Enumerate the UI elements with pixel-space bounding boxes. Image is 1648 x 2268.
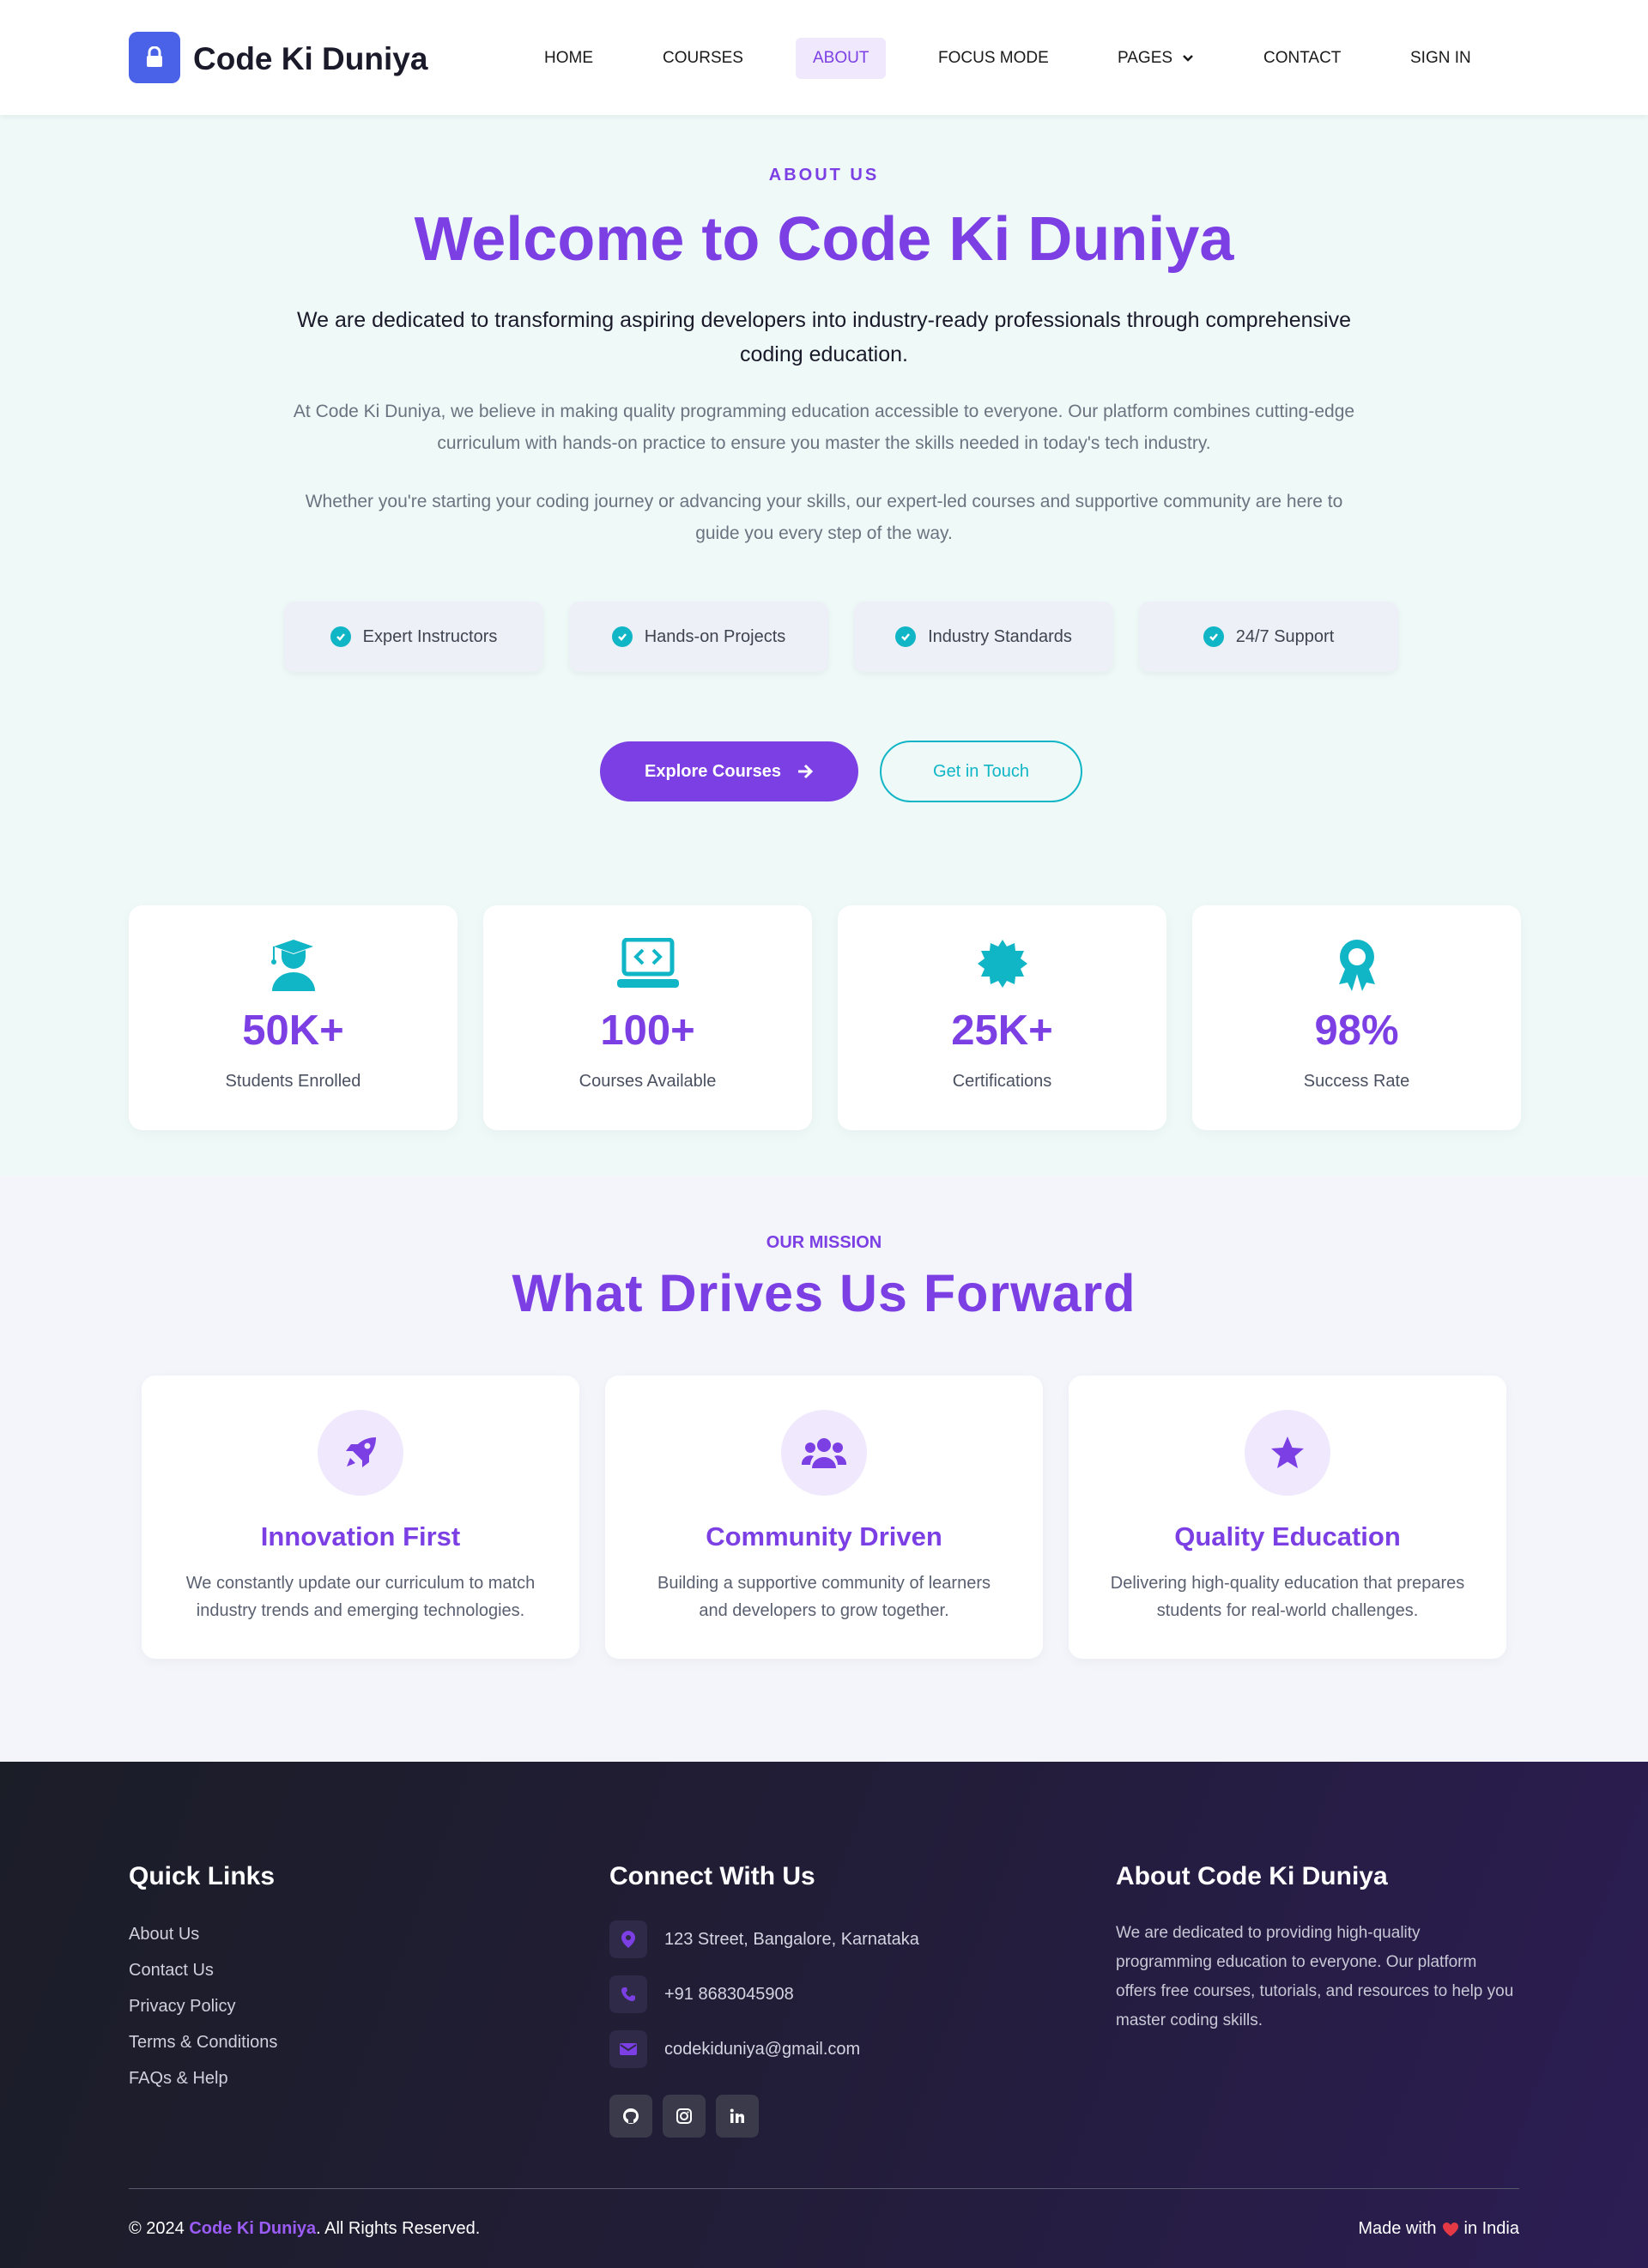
- logo-badge[interactable]: [129, 32, 180, 83]
- graduate-icon: [270, 940, 315, 991]
- instagram-icon: [676, 2108, 692, 2124]
- footer-link-terms[interactable]: Terms & Conditions: [129, 2033, 277, 2053]
- about-heading: About Code Ki Duniya: [1116, 1862, 1388, 1890]
- check-circle-icon: [330, 626, 351, 647]
- github-icon: [623, 2108, 639, 2124]
- explore-courses-button[interactable]: Explore Courses: [600, 741, 858, 801]
- top-navbar: Code Ki Duniya HOME COURSES ABOUT FOCUS …: [0, 0, 1648, 115]
- stat-label: Certifications: [952, 1072, 1052, 1091]
- stat-value: 98%: [1314, 1007, 1399, 1054]
- hero-paragraph: At Code Ki Duniya, we believe in making …: [293, 402, 1355, 453]
- envelope-icon: [620, 2043, 637, 2055]
- feature-chip-industry-standards: Industry Standards: [854, 602, 1113, 672]
- contact-address-text: 123 Street, Bangalore, Karnataka: [664, 1929, 919, 1949]
- mission-card-text: Building a supportive community of learn…: [657, 1574, 991, 1620]
- map-pin-icon: [621, 1931, 635, 1948]
- award-icon: [1338, 940, 1375, 991]
- about-eyebrow: ABOUT US: [768, 166, 880, 184]
- made-in-india: Made with in India: [1358, 2219, 1519, 2239]
- stat-card-courses: 100+ Courses Available: [483, 905, 812, 1130]
- stat-card-students: 50K+ Students Enrolled: [129, 905, 457, 1130]
- explore-courses-label: Explore Courses: [645, 761, 781, 781]
- stat-card-certifications: 25K+ Certifications: [838, 905, 1166, 1130]
- footer-link-about-us[interactable]: About Us: [129, 1925, 199, 1944]
- star-icon: [1271, 1436, 1304, 1468]
- chevron-down-icon: [1183, 55, 1194, 62]
- nav-link-about[interactable]: ABOUT: [796, 38, 887, 79]
- nav-dropdown-pages[interactable]: PAGES: [1100, 38, 1211, 79]
- nav-link-focus-mode[interactable]: FOCUS MODE: [921, 38, 1066, 79]
- contact-phone-text: +91 8683045908: [664, 1984, 794, 2004]
- feature-label: Hands-on Projects: [644, 626, 786, 646]
- mission-eyebrow: OUR MISSION: [766, 1233, 882, 1252]
- feature-label: Industry Standards: [928, 626, 1072, 646]
- lock-icon: [147, 46, 162, 67]
- connect-heading: Connect With Us: [609, 1862, 815, 1890]
- linkedin-link[interactable]: [716, 2095, 759, 2138]
- mission-card-community: Community Driven Building a supportive c…: [605, 1376, 1043, 1659]
- linkedin-icon: [730, 2108, 744, 2123]
- mission-title: What Drives Us Forward: [512, 1264, 1136, 1322]
- github-link[interactable]: [609, 2095, 652, 2138]
- copyright-brand[interactable]: Code Ki Duniya: [189, 2219, 316, 2238]
- stat-label: Courses Available: [579, 1072, 717, 1091]
- stat-value: 50K+: [242, 1007, 344, 1054]
- stat-card-success-rate: 98% Success Rate: [1192, 905, 1521, 1130]
- laptop-code-icon: [616, 938, 679, 988]
- contact-address: 123 Street, Bangalore, Karnataka: [609, 1920, 919, 1958]
- quick-links-heading: Quick Links: [129, 1862, 276, 1890]
- hero-paragraph: Whether you're starting your coding jour…: [305, 492, 1343, 543]
- users-icon: [802, 1438, 846, 1468]
- footer-link-faqs[interactable]: FAQs & Help: [129, 2069, 228, 2089]
- phone-icon: [621, 1987, 635, 2001]
- feature-chip-support: 24/7 Support: [1139, 602, 1398, 672]
- feature-label: Expert Instructors: [362, 626, 498, 646]
- feature-chip-expert-instructors: Expert Instructors: [284, 602, 543, 672]
- mission-card-title: Community Driven: [706, 1521, 942, 1551]
- contact-email[interactable]: codekiduniya@gmail.com: [609, 2030, 860, 2068]
- heart-icon: [1442, 2222, 1458, 2236]
- nav-link-courses[interactable]: COURSES: [645, 38, 760, 79]
- made-prefix: Made with: [1358, 2219, 1437, 2238]
- certificate-icon: [977, 940, 1027, 988]
- nav-link-contact[interactable]: CONTACT: [1246, 38, 1358, 79]
- nav-link-home[interactable]: HOME: [527, 38, 610, 79]
- feature-label: 24/7 Support: [1235, 626, 1335, 646]
- nav-dropdown-pages-label: PAGES: [1118, 49, 1173, 67]
- check-circle-icon: [895, 626, 917, 647]
- feature-chip-hands-on-projects: Hands-on Projects: [569, 602, 828, 672]
- mission-card-title: Quality Education: [1174, 1521, 1401, 1551]
- brand-name[interactable]: Code Ki Duniya: [193, 41, 427, 77]
- footer-divider: [129, 2188, 1519, 2189]
- hero-lead: We are dedicated to transforming aspirin…: [297, 308, 1351, 366]
- stat-label: Success Rate: [1303, 1072, 1410, 1091]
- contact-phone[interactable]: +91 8683045908: [609, 1975, 794, 2013]
- mission-card-title: Innovation First: [260, 1521, 461, 1551]
- mission-card-quality: Quality Education Delivering high-qualit…: [1069, 1376, 1506, 1659]
- mission-card-text: We constantly update our curriculum to m…: [185, 1574, 536, 1620]
- hero-title: Welcome to Code Ki Duniya: [414, 205, 1234, 274]
- get-in-touch-button[interactable]: Get in Touch: [880, 741, 1082, 802]
- footer-link-privacy-policy[interactable]: Privacy Policy: [129, 1997, 235, 2017]
- mission-card-text: Delivering high-quality education that p…: [1110, 1574, 1465, 1620]
- arrow-right-icon: [797, 764, 814, 779]
- footer-about-text: We are dedicated to providing high-quali…: [1116, 1924, 1514, 2029]
- copyright: © 2024 Code Ki Duniya. All Rights Reserv…: [129, 2219, 480, 2239]
- made-suffix: in India: [1463, 2219, 1520, 2238]
- check-circle-icon: [1203, 626, 1224, 647]
- check-circle-icon: [611, 626, 633, 647]
- instagram-link[interactable]: [663, 2095, 706, 2138]
- copyright-suffix: . All Rights Reserved.: [316, 2219, 481, 2238]
- stat-value: 100+: [600, 1007, 695, 1054]
- stat-value: 25K+: [951, 1007, 1053, 1054]
- contact-email-text: codekiduniya@gmail.com: [664, 2039, 861, 2059]
- nav-link-sign-in[interactable]: SIGN IN: [1393, 38, 1488, 79]
- rocket-icon: [346, 1437, 376, 1467]
- copyright-prefix: © 2024: [129, 2219, 190, 2238]
- footer-link-contact-us[interactable]: Contact Us: [129, 1961, 214, 1981]
- mission-card-innovation: Innovation First We constantly update ou…: [142, 1376, 579, 1659]
- stat-label: Students Enrolled: [225, 1072, 361, 1091]
